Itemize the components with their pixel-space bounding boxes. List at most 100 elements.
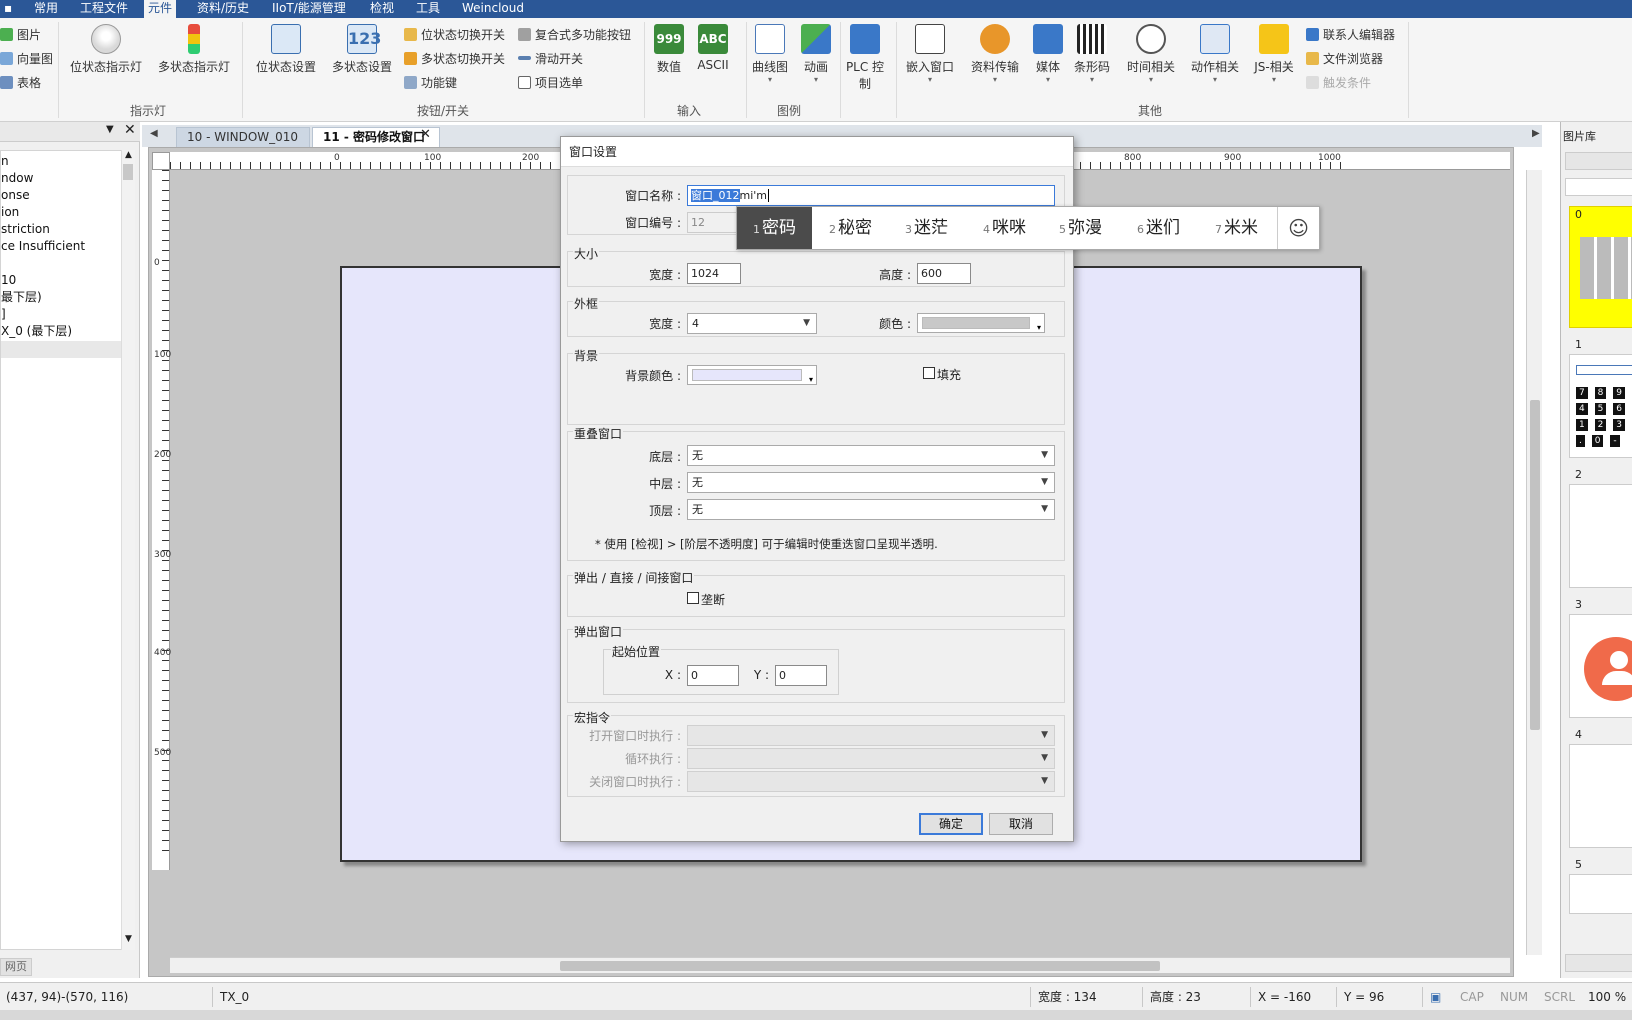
overlap-middle-select[interactable]: 无 ▼ [687,472,1055,493]
horizontal-scrollbar[interactable] [170,957,1510,973]
file-browser-button[interactable]: 文件浏览器 [1306,50,1383,68]
ime-candidate[interactable]: 3 迷茫 [905,207,948,249]
library-thumb-2[interactable] [1569,484,1632,588]
tree-item[interactable]: striction [1,221,50,238]
library-thumb-0[interactable] [1569,206,1632,328]
tab-window-010[interactable]: 10 - WINDOW_010 [176,127,310,147]
emoji-icon[interactable]: ☺ [1277,207,1319,249]
quick-access-icon[interactable]: ▪ ▾ [0,0,20,31]
slider-icon [518,56,531,60]
multi-lamp-button[interactable]: 多状态指示灯 [154,24,234,75]
ime-candidate[interactable]: 7 米米 [1215,207,1258,249]
frame-width-select[interactable]: 4 ▼ [687,313,817,334]
library-thumb-4[interactable] [1569,744,1632,848]
menu-data-history[interactable]: 资料/历史 [193,0,253,18]
tree-item[interactable]: ndow [1,170,33,187]
embed-window-button[interactable]: 嵌入窗口 ▾ [900,24,960,85]
popup-y-input[interactable]: 0 [775,665,827,686]
media-button[interactable]: 媒体 ▾ [1030,24,1066,85]
function-key-button[interactable]: 功能键 [404,74,457,92]
monopoly-checkbox[interactable] [687,592,699,604]
slide-switch-button[interactable]: 滑动开关 [518,50,583,68]
plc-control-button[interactable]: PLC 控制 [842,24,888,92]
toggle-switch-button[interactable]: 位状态切换开关 [404,26,505,44]
library-thumb-3[interactable] [1569,614,1632,718]
background-color-picker[interactable]: ▾ [687,365,817,385]
dropdown-icon[interactable]: ▼ [106,124,114,135]
overlap-bottom-select[interactable]: 无 ▼ [687,445,1055,466]
ime-candidate[interactable]: 2 秘密 [829,207,872,249]
scroll-thumb[interactable] [123,164,133,180]
multi-state-switch-button[interactable]: 多状态切换开关 [404,50,505,68]
tab-scroll-right-icon[interactable]: ▶ [1532,128,1540,139]
js-button[interactable]: JS-相关 ▾ [1248,24,1300,85]
tree-item[interactable]: ce Insufficient [1,238,85,255]
scroll-thumb[interactable] [560,961,1160,971]
picture-library-title: 图片库 [1563,130,1596,143]
menu-project[interactable]: 工程文件 [76,0,132,18]
ime-candidate[interactable]: 4 咪咪 [983,207,1026,249]
tree-item[interactable]: ion [1,204,19,221]
trigger-condition-button[interactable]: 触发条件 [1306,74,1371,92]
tree-scrollbar[interactable]: ▲ ▼ [121,150,135,950]
combo-button[interactable]: 复合式多功能按钮 [518,26,631,44]
size-height-input[interactable]: 600 [917,263,971,284]
animation-button[interactable]: 动画 ▾ [796,24,836,85]
set-word-button[interactable]: 123 多状态设置 [326,24,398,75]
fill-checkbox[interactable] [923,367,935,379]
menu-weincloud[interactable]: Weincloud [458,0,528,18]
tree-item[interactable]: 10 [1,272,16,289]
ribbon-vector[interactable]: 向量图 [0,50,53,68]
status-zoom[interactable]: 100 % [1588,983,1626,1011]
save-icon[interactable]: ▣ [1430,983,1441,1011]
web-tab[interactable]: 网页 [0,958,32,976]
menu-view[interactable]: 检视 [366,0,398,18]
time-button[interactable]: 时间相关 ▾ [1120,24,1182,85]
ribbon-picture[interactable]: 图片 [0,26,41,44]
scroll-up-icon[interactable]: ▲ [125,150,132,160]
vertical-scrollbar[interactable] [1526,170,1542,955]
tab-scroll-left-icon[interactable]: ◀ [150,128,158,139]
scroll-thumb[interactable] [1530,400,1540,730]
bit-lamp-button[interactable]: 位状态指示灯 [68,24,144,75]
ribbon-table[interactable]: 表格 [0,74,41,92]
tree-item[interactable]: n [1,153,9,170]
close-icon[interactable]: ✕ [124,122,136,138]
ime-candidate[interactable]: 1 密码 [737,207,812,249]
data-transfer-button[interactable]: 资料传输 ▾ [964,24,1026,85]
contact-editor-button[interactable]: 联系人编辑器 [1306,26,1395,44]
action-button[interactable]: 动作相关 ▾ [1184,24,1246,85]
library-toolbar[interactable] [1565,152,1632,170]
cancel-button[interactable]: 取消 [989,813,1053,835]
numeric-button[interactable]: 999 数值 [650,24,688,75]
library-thumb-5[interactable] [1569,874,1632,914]
tree-item-selected[interactable] [1,341,121,358]
library-search[interactable] [1565,178,1632,196]
stopwatch-icon [1136,24,1166,54]
window-name-input[interactable]: 窗口_012mi'm [687,185,1055,206]
tab-close-icon[interactable]: ✕ [420,127,431,142]
trend-button[interactable]: 曲线图 ▾ [748,24,792,85]
menu-home[interactable]: 常用 [30,0,62,18]
ok-button[interactable]: 确定 [919,813,983,835]
tree-item[interactable]: 最下层) [1,289,42,306]
popup-x-input[interactable]: 0 [687,665,739,686]
library-bottom-button[interactable] [1565,954,1632,972]
set-bit-button[interactable]: 位状态设置 [250,24,322,75]
barcode-button[interactable]: 条形码 ▾ [1070,24,1114,85]
tree-item[interactable]: X_0 (最下层) [1,323,72,340]
scroll-down-icon[interactable]: ▼ [125,934,132,944]
ime-candidate[interactable]: 6 迷们 [1137,207,1180,249]
menu-objects[interactable]: 元件 [144,0,177,18]
menu-tools[interactable]: 工具 [412,0,444,18]
tree-item[interactable]: ] [1,306,6,323]
library-thumb-1[interactable]: 7 8 9 4 5 6 1 2 3 . 0 - [1569,354,1632,458]
tree-item[interactable]: onse [1,187,30,204]
ime-candidate[interactable]: 5 弥漫 [1059,207,1102,249]
ascii-button[interactable]: ABC ASCII [692,24,734,72]
overlap-top-select[interactable]: 无 ▼ [687,499,1055,520]
menu-iiot[interactable]: IIoT/能源管理 [268,0,350,18]
frame-color-picker[interactable]: ▾ [917,313,1045,333]
size-width-input[interactable]: 1024 [687,263,741,284]
option-list-button[interactable]: 项目选单 [518,74,583,92]
